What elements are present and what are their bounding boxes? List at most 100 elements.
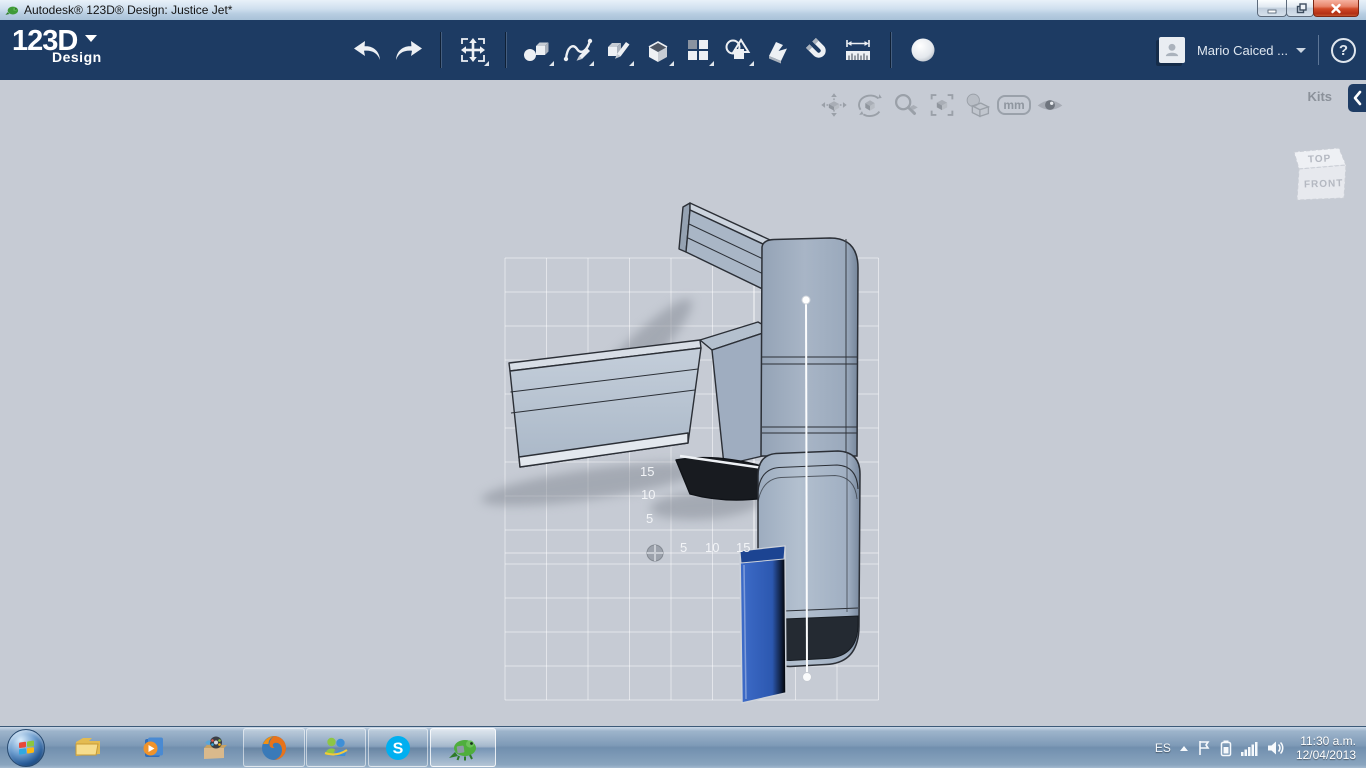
magnet-button[interactable] <box>798 27 838 73</box>
units-mm-button[interactable]: mm <box>996 89 1032 121</box>
material-sphere-icon <box>911 38 935 62</box>
taskbar-messenger[interactable] <box>306 728 366 767</box>
zoom-icon[interactable] <box>888 89 924 121</box>
taskbar-media-player[interactable] <box>136 732 168 764</box>
toolbar-separator <box>505 32 506 68</box>
titlebar: Autodesk® 123D® Design: Justice Jet* <box>0 0 1366 20</box>
axis-label: 10 <box>705 540 719 555</box>
sketch-icon <box>563 38 593 62</box>
units-label: mm <box>997 95 1031 115</box>
taskbar-app-box[interactable] <box>198 732 230 764</box>
chevron-left-icon <box>1353 90 1362 106</box>
viewcube-front-label[interactable]: FRONT <box>1304 178 1344 190</box>
redo-button[interactable] <box>388 27 428 73</box>
user-name[interactable]: Mario Caiced ... <box>1197 43 1288 58</box>
network-signal-icon[interactable] <box>1240 741 1258 756</box>
construct-icon <box>648 41 668 62</box>
axis-label: 15 <box>640 464 654 479</box>
pattern-button[interactable] <box>678 27 718 73</box>
brand-sub-label: Design <box>52 49 102 65</box>
model-fuselage-upper[interactable] <box>760 237 859 457</box>
taskbar-skype[interactable]: S <box>368 728 428 767</box>
app-menu-button[interactable]: 123D Design <box>12 25 102 65</box>
axis-label: 10 <box>641 487 655 502</box>
chevron-down-icon <box>85 35 98 42</box>
snap-icon <box>769 42 787 64</box>
model-blue-part[interactable] <box>739 545 787 704</box>
firefox-icon <box>262 735 286 760</box>
person-icon <box>1165 43 1179 57</box>
close-icon <box>1331 3 1341 13</box>
toolbar-separator <box>890 32 891 68</box>
primitives-button[interactable] <box>518 27 558 73</box>
material-button[interactable] <box>903 27 943 73</box>
taskbar-firefox[interactable] <box>243 728 305 767</box>
app-mascot-icon <box>449 739 476 760</box>
help-button[interactable]: ? <box>1331 37 1356 63</box>
measure-button[interactable] <box>838 27 878 73</box>
restore-button[interactable] <box>1286 0 1314 17</box>
combine-button[interactable] <box>718 27 758 73</box>
minimize-button[interactable] <box>1257 0 1287 17</box>
app-toolbar: 123D Design Mario Caiced ... ? <box>0 20 1366 80</box>
language-indicator[interactable]: ES <box>1155 741 1171 755</box>
user-menu-caret-icon[interactable] <box>1296 47 1306 53</box>
orbit-icon[interactable] <box>852 89 888 121</box>
origin-marker[interactable] <box>646 544 664 562</box>
undo-button[interactable] <box>348 27 388 73</box>
scene-canvas[interactable]: 15 10 5 5 10 15 <box>0 80 1366 726</box>
system-tray: ES 11:30 a.m. 12/04/2013 <box>1155 727 1366 768</box>
zoom-fit-icon[interactable] <box>924 89 960 121</box>
app-box-icon <box>204 736 227 759</box>
app-mascot-icon <box>5 6 19 15</box>
caret-up-icon <box>1179 745 1188 751</box>
combine-icon <box>725 38 751 59</box>
toolbar-separator <box>1318 35 1319 65</box>
action-center-flag-icon[interactable] <box>1197 740 1211 756</box>
media-player-icon <box>143 737 163 757</box>
modify-button[interactable] <box>598 27 638 73</box>
measure-icon <box>846 40 870 60</box>
kits-panel-toggle[interactable] <box>1348 84 1366 112</box>
window-title: Autodesk® 123D® Design: Justice Jet* <box>24 3 233 17</box>
pattern-icon <box>688 40 708 60</box>
modify-icon <box>608 42 630 59</box>
tray-date: 12/04/2013 <box>1295 748 1356 762</box>
view-cube[interactable]: TOP FRONT <box>1282 136 1352 208</box>
start-button[interactable] <box>7 729 45 767</box>
taskbar-123d-design[interactable] <box>430 728 496 767</box>
axis-label: 5 <box>646 511 653 526</box>
viewport-3d[interactable]: 15 10 5 5 10 15 mm Kits TOP FRONT <box>0 80 1366 726</box>
toolbar-separator <box>440 32 441 68</box>
viewcube-top-label[interactable]: TOP <box>1308 153 1332 165</box>
sketch-button[interactable] <box>558 27 598 73</box>
view-nav-toolbar: mm <box>816 89 1068 121</box>
snap-button[interactable] <box>758 27 798 73</box>
folder-icon <box>75 738 100 756</box>
tray-time: 11:30 a.m. <box>1300 734 1356 748</box>
messenger-icon <box>324 737 348 756</box>
restore-icon <box>1296 2 1307 13</box>
visibility-eye-icon[interactable] <box>1032 89 1068 121</box>
skype-icon: S <box>386 735 410 760</box>
show-hidden-icons-button[interactable] <box>1179 745 1188 751</box>
taskbar-windows-explorer[interactable] <box>72 732 104 764</box>
undo-icon <box>354 41 380 60</box>
taskbar: S ES 11:30 a.m. 12/04/2013 <box>0 726 1366 768</box>
kits-panel-label: Kits <box>1307 89 1332 104</box>
axis-label: 5 <box>680 540 687 555</box>
close-button[interactable] <box>1313 0 1359 17</box>
model-wing-left[interactable] <box>508 339 702 468</box>
battery-icon[interactable] <box>1220 740 1232 757</box>
construct-button[interactable] <box>638 27 678 73</box>
user-avatar[interactable] <box>1158 37 1185 63</box>
material-shading-icon[interactable] <box>960 89 996 121</box>
tray-clock[interactable]: 11:30 a.m. 12/04/2013 <box>1296 734 1356 762</box>
windows-flag-icon <box>19 740 34 755</box>
transform-move-icon <box>461 38 485 62</box>
volume-icon[interactable] <box>1267 740 1285 756</box>
redo-icon <box>396 41 422 60</box>
pan-icon[interactable] <box>816 89 852 121</box>
skype-letter: S <box>393 740 404 757</box>
transform-move-button[interactable] <box>453 27 493 73</box>
